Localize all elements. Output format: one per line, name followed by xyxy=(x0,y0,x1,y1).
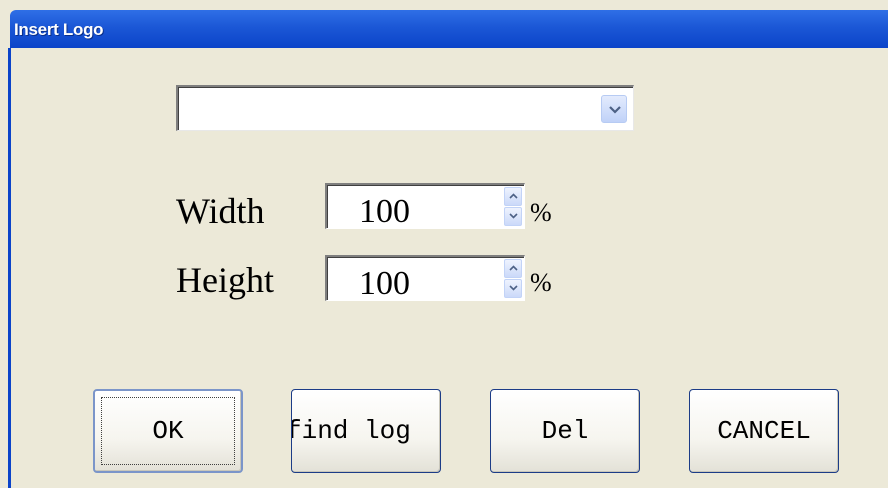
insert-logo-dialog: Insert Logo Width 100 % Height 100 % OK … xyxy=(0,0,888,488)
width-input[interactable]: 100 xyxy=(359,193,410,230)
find-logo-button[interactable]: find log xyxy=(291,389,441,473)
title-bar[interactable]: Insert Logo xyxy=(10,10,888,48)
height-increment-button[interactable] xyxy=(504,259,522,278)
width-spinbox[interactable]: 100 xyxy=(325,183,525,230)
chevron-down-icon xyxy=(509,285,518,291)
cancel-button[interactable]: CANCEL xyxy=(689,389,839,473)
chevron-up-icon xyxy=(509,265,518,271)
height-input[interactable]: 100 xyxy=(359,265,410,302)
cancel-button-label: CANCEL xyxy=(717,416,811,446)
width-spin-buttons xyxy=(504,187,522,227)
height-label: Height xyxy=(176,260,274,300)
height-decrement-button[interactable] xyxy=(504,279,522,298)
width-increment-button[interactable] xyxy=(504,187,522,206)
height-unit: % xyxy=(530,268,552,297)
height-spinbox[interactable]: 100 xyxy=(325,255,525,302)
width-label: Width xyxy=(176,191,265,231)
width-decrement-button[interactable] xyxy=(504,207,522,226)
chevron-up-icon xyxy=(509,193,518,199)
chevron-down-icon xyxy=(509,213,518,219)
height-spin-buttons xyxy=(504,259,522,299)
chevron-down-icon xyxy=(609,106,621,114)
logo-select[interactable] xyxy=(176,85,634,131)
ok-button-label: OK xyxy=(152,416,184,446)
logo-select-dropdown-button[interactable] xyxy=(601,95,627,123)
find-logo-button-label: find log xyxy=(291,416,411,446)
delete-button-label: Del xyxy=(541,416,589,446)
width-unit: % xyxy=(530,198,552,227)
delete-button[interactable]: Del xyxy=(490,389,640,473)
window-title: Insert Logo xyxy=(14,20,104,39)
ok-button[interactable]: OK xyxy=(93,389,243,473)
